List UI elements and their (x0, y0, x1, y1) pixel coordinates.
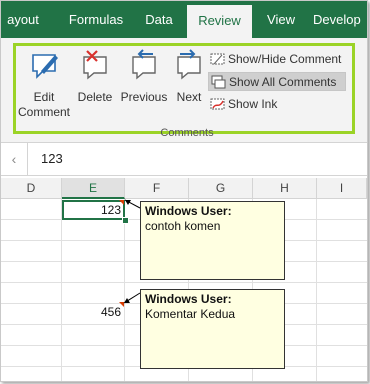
comment-text: Komentar Kedua (145, 307, 236, 321)
comment-box[interactable]: Windows User: Komentar Kedua (140, 289, 285, 369)
comment-author: Windows User: (145, 292, 232, 306)
comment-author: Windows User: (145, 204, 232, 218)
excel-window: ayout Formulas Data Review View Develop … (0, 0, 368, 382)
comment-box[interactable]: Windows User: contoh komen (140, 201, 285, 280)
comment-text: contoh komen (145, 219, 221, 233)
